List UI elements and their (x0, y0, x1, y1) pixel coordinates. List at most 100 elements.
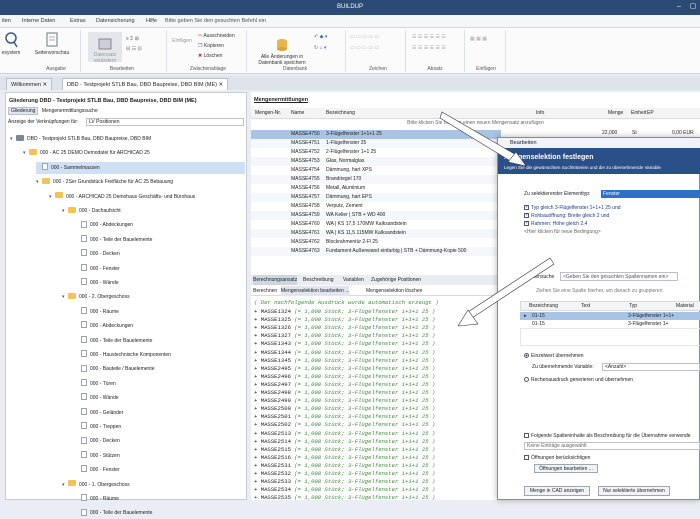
nur-selektierte-button[interactable]: Nur selektierte übernehmen (598, 486, 670, 496)
selection-row[interactable]: 01-15 3-Flügelfenster 1+ (520, 320, 700, 328)
oeffnungen-bearbeiten-button[interactable]: Öffnungen bearbeiten ... (534, 464, 598, 473)
selection-row[interactable]: ▸ 01-15 3-Flügelfenster 1+1+ (520, 312, 700, 320)
menu-item[interactable]: Interne Daten (22, 18, 55, 24)
mengenselektion-loeschen-button[interactable]: Mengenselektion löschen (366, 286, 422, 296)
typ-select[interactable]: Fenster (601, 190, 700, 198)
column-search-input[interactable]: <Geben Sie den gesuchten Spaltennamen ei… (560, 272, 678, 281)
seitenvorschau-button[interactable]: Seitenvorschau (33, 32, 71, 56)
checkbox[interactable] (524, 220, 529, 227)
tree-node[interactable]: 000 - Treppen (75, 421, 245, 433)
menu-item[interactable]: iten (2, 18, 11, 24)
tree-node[interactable]: ▾ 000 - 2. Obergeschoss (62, 291, 245, 303)
checkbox[interactable] (524, 433, 529, 439)
table-row[interactable]: MASSE4751 1-Flügelfenster 25 (251, 139, 501, 148)
tree-node[interactable]: ▾ 000 - 1. Obergeschoss (62, 479, 245, 491)
col-header[interactable]: Bezeichnung (326, 108, 355, 119)
table-row[interactable]: MASSE4756 Metall, Aluminium (251, 184, 501, 193)
menu-item[interactable]: Datensicherung (96, 18, 135, 24)
einfuegen-button[interactable]: Einfügen (170, 38, 194, 44)
cond2[interactable]: Rohbauöffnung: Breite gleich 2 und (524, 212, 609, 219)
einfuegen-tools[interactable]: ▦ ▦ ▦ (470, 36, 487, 42)
tree-node[interactable]: ▾ 000 - 2Ser Grundstück Freifläche für AC… (36, 176, 245, 188)
filter-select[interactable]: LV Positionen (86, 118, 244, 126)
tree-node[interactable]: 000 - Fenster (75, 263, 245, 275)
col-header[interactable]: Material (676, 302, 694, 311)
col-header[interactable]: Text (581, 302, 590, 311)
radio-einzelwert[interactable]: Einzelwert übernehmen (524, 353, 584, 359)
new-row-hint[interactable]: Bitte klicken Sie hier, um einen neuen M… (251, 120, 700, 126)
command-search[interactable]: Bitte geben Sie den gesuchten Befehl ein (165, 18, 266, 24)
mengenselektion-bearbeiten-button[interactable]: Mengenselektion bearbeiten ... (281, 286, 350, 296)
tree-node[interactable]: 000 - Decken (75, 435, 245, 447)
tree-node[interactable]: 000 - Bauteile / Bauelemente (75, 363, 245, 375)
checkbox[interactable] (524, 204, 529, 211)
format-icons-2[interactable]: ⊟ ☷ ⊡ (126, 46, 142, 52)
table-row[interactable]: MASSE4763 Fundament Außenwand einfarbig |… (251, 247, 501, 256)
spalteninhalte-field[interactable]: Keine Einträge ausgewählt (524, 442, 700, 450)
tab-mengensuche[interactable]: Mengenermittlungssuche (40, 108, 100, 114)
table-row[interactable]: MASSE4762 Blockrahmentür 2-Fl 25 (251, 238, 501, 247)
table-row[interactable]: MASSE4750 3-Flügelfenster 1+1+1 25 (251, 130, 501, 139)
cond1[interactable]: Typ gleich 3-Flügelfenster 1+1+1 25 und (524, 204, 621, 211)
tree-node[interactable]: 000 - Decken (75, 248, 245, 260)
tree-node[interactable]: ▾ 000 - Dachaufsicht (62, 205, 245, 217)
tree-node[interactable]: 000 - Teile der Bauelemente (75, 507, 245, 519)
col-header[interactable]: Name (291, 108, 304, 119)
tab-zugehoerige[interactable]: Zugehörige Positionen (371, 275, 421, 285)
tree-node[interactable]: 000 - Wände (75, 277, 245, 289)
tree-node[interactable]: 000 - Stützen (75, 450, 245, 462)
tree-node[interactable]: 000 - Teile der Bauelemente (75, 335, 245, 347)
tree-node[interactable]: 000 - Teile der Bauelemente (75, 234, 245, 246)
table-row[interactable]: MASSE4757 Dämmung, hart EPS (251, 193, 501, 202)
tree-node[interactable]: 000 - Räume (75, 493, 245, 505)
berechnen-button[interactable]: Berechnen (253, 286, 277, 296)
table-row[interactable]: MASSE4754 Dämmung, hart XPS (251, 166, 501, 175)
table-row[interactable]: MASSE4752 2-Flügelfenster 1+1 25 (251, 148, 501, 157)
tree-node[interactable]: 000 - Wände (75, 392, 245, 404)
col-header[interactable]: Einheit (631, 108, 646, 119)
tree-node[interactable]: 000 - Haustechnische Komponenten (75, 349, 245, 361)
tree-node[interactable]: 000 - Geländer (75, 407, 245, 419)
col-header[interactable]: Menge (608, 108, 623, 119)
absatz-tools-2[interactable]: ☰ ☰ ☰ ☰ ☰ ☰ (412, 45, 446, 51)
system-button[interactable]: esystem (0, 32, 22, 56)
tree-node[interactable]: 000 - Fenster (75, 464, 245, 476)
loeschen-button[interactable]: ✖ Löschen (198, 53, 223, 59)
datensatz-button[interactable]: Datensatz verändern (88, 32, 122, 64)
checkbox[interactable] (524, 212, 529, 219)
tree-node[interactable]: ▾ 000 - ARCHICAD 25 Demohaus Geschäfts- u… (49, 191, 245, 203)
col-header[interactable]: Typ (629, 302, 637, 311)
tab-willkommen[interactable]: Willkommen ✕ (6, 78, 53, 90)
col-header[interactable]: Info (536, 108, 544, 119)
refresh-icons[interactable]: ↻ ⌂ ▾ (314, 45, 327, 51)
table-row[interactable]: MASSE4758 Verputz, Zement (251, 202, 501, 211)
tree-node[interactable]: 000 - Abdeckungen (75, 219, 245, 231)
tree-node[interactable]: 000 - Sammelmassen (36, 161, 245, 174)
table-row[interactable]: MASSE4753 Glas, Normalglas (251, 157, 501, 166)
variable-select[interactable]: <Anzahl> (602, 363, 700, 371)
chk-beschreibung[interactable]: Folgende Spalteninhalte als Beschreibung… (524, 433, 691, 439)
tree-node[interactable]: 000 - Türen (75, 378, 245, 390)
col-header[interactable]: Bezeichnung (529, 302, 558, 311)
table-row[interactable]: MASSE4760 WA | KS 17,5 170MW Kalksandstei… (251, 220, 501, 229)
cad-anzeigen-button[interactable]: Menge in CAD anzeigen (524, 486, 590, 496)
format-icons[interactable]: ≡ Σ ⊞ (126, 36, 139, 42)
tab-gliederung[interactable]: Gliederung (8, 107, 39, 115)
new-condition-link[interactable]: <Hier klicken für neue Bedingung> (524, 229, 601, 235)
tree-node[interactable]: ▾ DBD - Testprojekt STLB Bau, DBD Bauprei… (10, 133, 245, 145)
maximize-icon[interactable]: ▢ (688, 2, 698, 12)
zeichen-tools-2[interactable]: ▭ ▭ ▭ ▭ ▭ (350, 45, 379, 51)
cond3[interactable]: Rahmen: Höhe gleich 2,4 (524, 220, 587, 227)
ausschneiden-button[interactable]: ✂ Ausschneiden (198, 33, 235, 39)
minimize-icon[interactable]: – (674, 2, 684, 12)
absatz-tools[interactable]: ☰ ☰ ☰ ☰ ☰ ☰ (412, 34, 446, 40)
tree-node[interactable]: ▾ 000 - AC 25 DEMO Demodatei für ARCHICAD… (23, 147, 245, 159)
col-header[interactable]: Mengen-Nr. (255, 108, 281, 119)
table-row[interactable]: MASSE4759 WA Keller | STB + WD 400 (251, 211, 501, 220)
undo-redo-icons[interactable]: ↶ ◆ ▾ (314, 34, 327, 40)
table-row[interactable]: MASSE4761 WA | KS 11,5 115MW Kalksandstei… (251, 229, 501, 238)
chk-oeffnungen[interactable]: Öffnungen berücksichtigen (524, 455, 590, 461)
radio-rechenausdruck[interactable]: Rechenausdruck generieren und übernehmen (524, 377, 633, 383)
tab-project[interactable]: DBD - Testprojekt STLB Bau, DBD Baupreis… (62, 78, 229, 90)
tab-variablen[interactable]: Variablen (343, 275, 364, 285)
